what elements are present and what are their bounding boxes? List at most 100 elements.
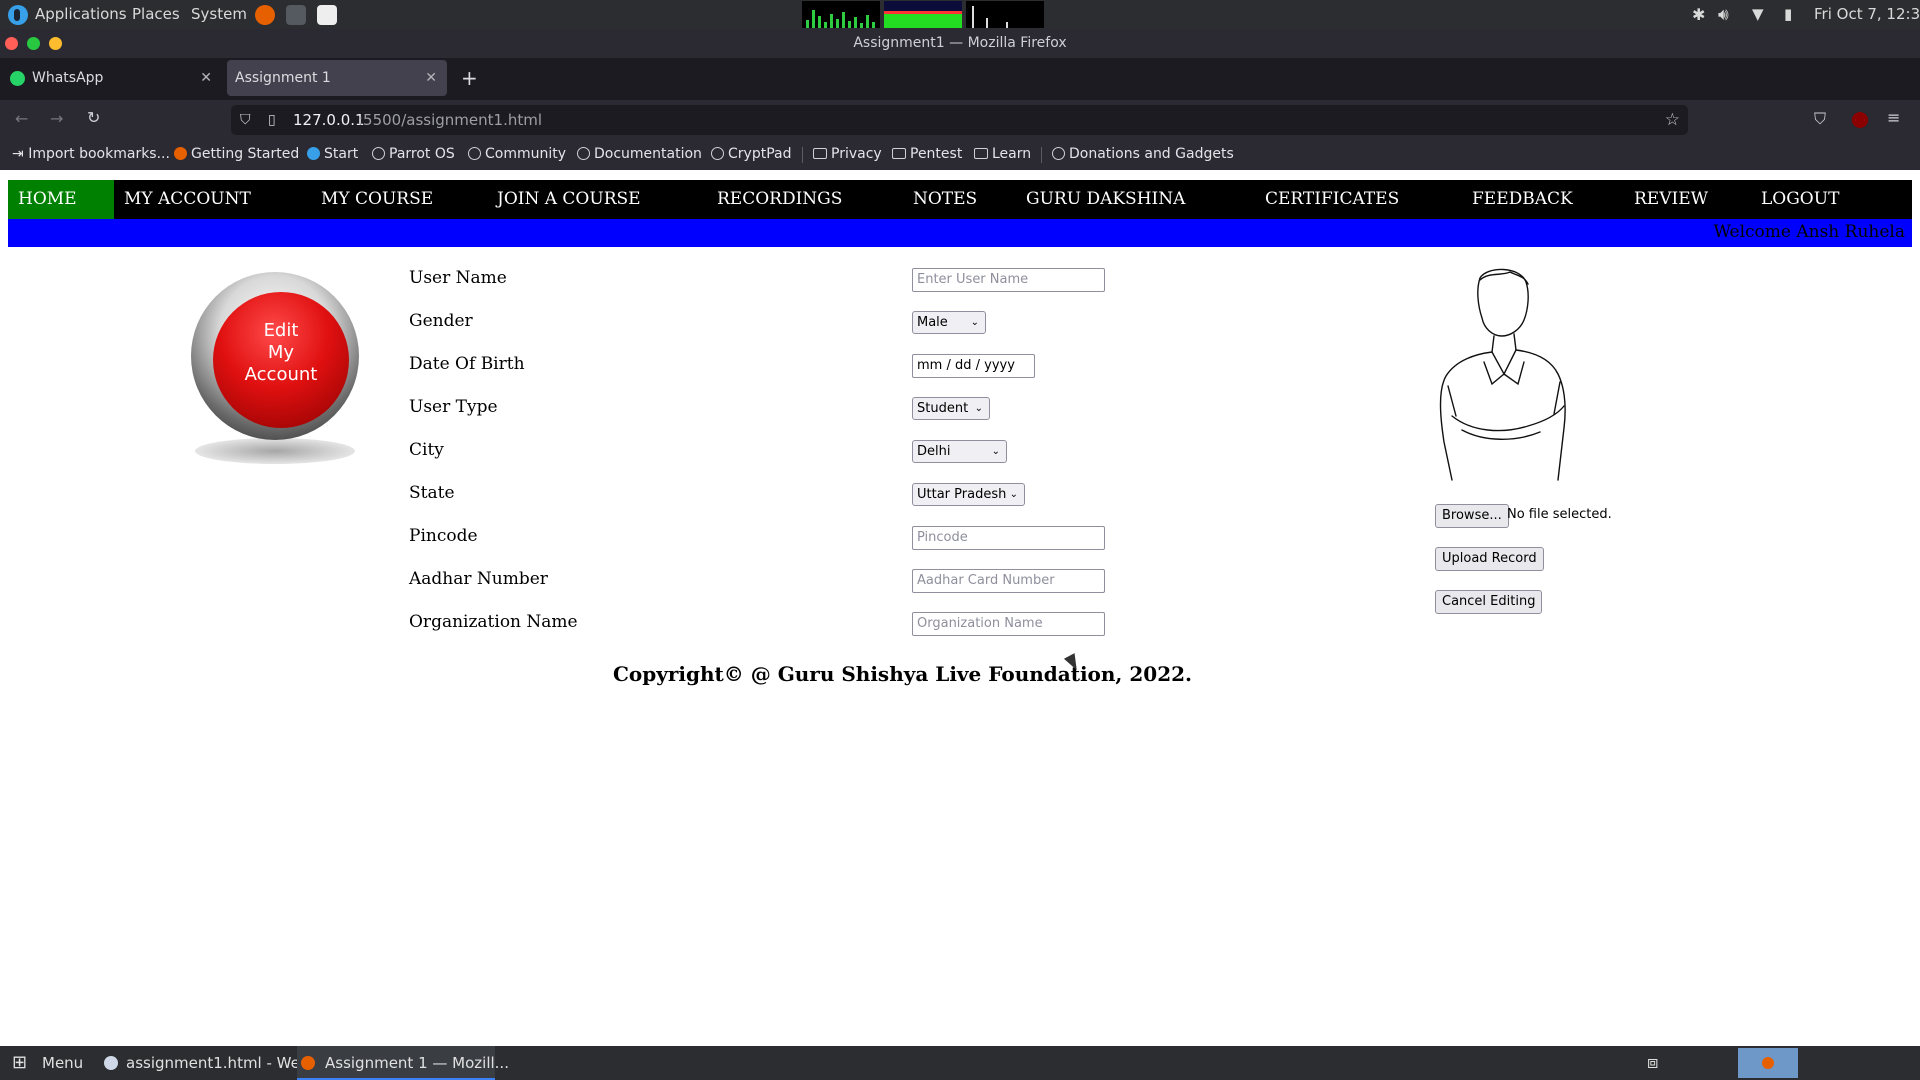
battery-icon[interactable]: ▮	[1784, 5, 1792, 23]
chevron-down-icon: ⌄	[970, 317, 979, 328]
gender-select[interactable]: Male ⌄	[912, 311, 986, 334]
pincode-input[interactable]: Pincode	[912, 526, 1105, 550]
browse-button[interactable]: Browse...	[1435, 504, 1509, 528]
city-select[interactable]: Delhi ⌄	[912, 440, 1007, 463]
bookmark-separator	[1041, 147, 1042, 163]
close-tab-icon[interactable]: ✕	[200, 60, 212, 96]
nav-my-course[interactable]: MY COURSE	[321, 180, 433, 219]
welcome-marquee-bar: Welcome Ansh Ruhela	[8, 219, 1912, 247]
firefox-icon	[301, 1056, 315, 1070]
bookmark-import[interactable]: ⇥ Import bookmarks...	[12, 146, 170, 162]
bluetooth-icon[interactable]: ✱	[1692, 5, 1705, 24]
nav-review[interactable]: REVIEW	[1634, 180, 1708, 219]
bookmark-getting-started[interactable]: Getting Started	[174, 146, 299, 162]
nav-guru-dakshina[interactable]: GURU DAKSHINA	[1026, 180, 1185, 219]
taskbar-item-firefox[interactable]: Assignment 1 — Mozill...	[297, 1046, 509, 1080]
aadhar-label: Aadhar Number	[409, 569, 548, 589]
cpu-monitor-graph	[802, 1, 880, 28]
clock[interactable]: Fri Oct 7, 12:39	[1814, 5, 1920, 23]
workspace-1[interactable]	[1738, 1048, 1798, 1078]
window-title: Assignment1 — Mozilla Firefox	[853, 35, 1067, 51]
close-window-button[interactable]	[5, 37, 18, 50]
tab-whatsapp[interactable]: WhatsApp ✕	[4, 60, 222, 96]
whatsapp-icon	[10, 71, 25, 86]
nav-join-course[interactable]: JOIN A COURSE	[497, 180, 641, 219]
ublock-icon[interactable]	[1852, 112, 1868, 128]
taskbar-item-firefox-label: Assignment 1 — Mozill...	[325, 1054, 509, 1072]
nav-notes[interactable]: NOTES	[913, 180, 977, 219]
bookmark-star-icon[interactable]: ☆	[1665, 105, 1680, 135]
state-label: State	[409, 483, 455, 503]
edit-account-button[interactable]: Edit My Account	[185, 268, 369, 468]
bookmark-folder-learn[interactable]: Learn	[974, 146, 1031, 162]
user-type-select[interactable]: Student ⌄	[912, 397, 990, 420]
nav-home[interactable]: HOME	[8, 180, 114, 219]
upload-record-button[interactable]: Upload Record	[1435, 547, 1544, 571]
tab-bar: WhatsApp ✕ Assignment 1 ✕ +	[0, 58, 1920, 100]
editor-app-icon	[104, 1056, 118, 1070]
workspace-switcher-icon[interactable]: ⧈	[1647, 1046, 1658, 1080]
volume-icon[interactable]: 🔊︎	[1718, 5, 1729, 25]
places-menu[interactable]: Places	[132, 5, 180, 23]
nav-my-account[interactable]: MY ACCOUNT	[124, 180, 251, 219]
bookmark-folder-privacy[interactable]: Privacy	[813, 146, 882, 162]
aadhar-input[interactable]: Aadhar Card Number	[912, 569, 1105, 593]
chevron-down-icon: ⌄	[1009, 489, 1018, 500]
applications-menu[interactable]: Applications	[35, 5, 127, 23]
import-icon: ⇥	[12, 146, 24, 162]
state-select[interactable]: Uttar Pradesh ⌄	[912, 483, 1025, 506]
edit-label-line3: Account	[244, 364, 318, 385]
cancel-editing-button[interactable]: Cancel Editing	[1435, 590, 1543, 614]
bookmark-donations[interactable]: Donations and Gadgets	[1052, 146, 1234, 162]
memory-monitor-graph	[884, 1, 962, 28]
wifi-icon[interactable]: ▼	[1752, 5, 1764, 23]
folder-icon	[892, 148, 906, 159]
organization-input[interactable]: Organization Name	[912, 612, 1105, 636]
tab-label: WhatsApp	[32, 70, 104, 86]
taskbar-item-editor[interactable]: assignment1.html - We...	[126, 1046, 314, 1080]
pincode-label: Pincode	[409, 526, 478, 546]
dob-input[interactable]: mm / dd / yyyy	[912, 354, 1035, 378]
user-name-input[interactable]: Enter User Name	[912, 268, 1105, 292]
chevron-down-icon: ⌄	[991, 446, 1000, 457]
grid-menu-icon[interactable]: ⊞	[12, 1046, 27, 1080]
minimize-window-button[interactable]	[49, 37, 62, 50]
taskbar: ⊞ Menu assignment1.html - We... Assignme…	[0, 1046, 1920, 1080]
parrot-icon	[307, 147, 320, 160]
firefox-launcher-icon[interactable]	[255, 5, 275, 25]
text-editor-launcher-icon[interactable]	[317, 5, 337, 25]
bookmark-cryptpad[interactable]: CryptPad	[711, 146, 791, 162]
globe-icon	[372, 147, 385, 160]
bookmark-parrot-os[interactable]: Parrot OS	[372, 146, 455, 162]
window-titlebar: Assignment1 — Mozilla Firefox	[0, 29, 1920, 58]
forward-icon[interactable]: →	[50, 109, 63, 128]
bookmark-folder-pentest[interactable]: Pentest	[892, 146, 962, 162]
system-menu[interactable]: System	[191, 5, 247, 23]
nav-recordings[interactable]: RECORDINGS	[717, 180, 842, 219]
terminal-launcher-icon[interactable]	[286, 5, 306, 25]
browser-toolbar: ← → ↻ ⛉ ▯ 127.0.0.1 :5500/assignment1.ht…	[0, 100, 1920, 140]
menu-hamburger-icon[interactable]: ≡	[1887, 108, 1900, 127]
taskbar-menu[interactable]: Menu	[42, 1046, 83, 1080]
shield-icon[interactable]: ⛉	[240, 105, 251, 135]
url-path: :5500/assignment1.html	[358, 111, 543, 129]
bookmark-documentation[interactable]: Documentation	[577, 146, 702, 162]
bookmark-start[interactable]: Start	[307, 146, 358, 162]
bookmark-community[interactable]: Community	[468, 146, 566, 162]
chevron-down-icon: ⌄	[974, 403, 983, 414]
reload-icon[interactable]: ↻	[87, 108, 100, 127]
edit-label-line1: Edit	[263, 320, 299, 341]
close-tab-icon[interactable]: ✕	[425, 60, 437, 96]
pocket-icon[interactable]: ⛉	[1814, 109, 1826, 129]
new-tab-button[interactable]: +	[461, 60, 478, 96]
back-icon[interactable]: ←	[15, 109, 28, 128]
maximize-window-button[interactable]	[27, 37, 40, 50]
nav-feedback[interactable]: FEEDBACK	[1472, 180, 1573, 219]
globe-icon	[577, 147, 590, 160]
url-bar[interactable]: ⛉ ▯ 127.0.0.1 :5500/assignment1.html ☆	[231, 105, 1688, 135]
tab-assignment1[interactable]: Assignment 1 ✕	[227, 60, 447, 96]
nav-logout[interactable]: LOGOUT	[1761, 180, 1839, 219]
bookmark-separator	[802, 147, 803, 163]
nav-certificates[interactable]: CERTIFICATES	[1265, 180, 1399, 219]
parrot-logo-icon[interactable]	[8, 5, 28, 25]
